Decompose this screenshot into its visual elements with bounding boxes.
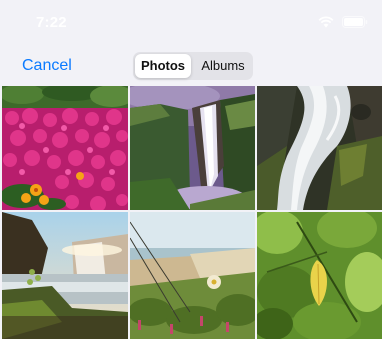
navigation-bar: Cancel Photos Albums	[0, 48, 382, 84]
status-bar: 7:22	[0, 0, 382, 48]
photo-thumbnail-green-leaves[interactable]	[257, 212, 382, 339]
cancel-button[interactable]: Cancel	[22, 57, 72, 75]
status-time: 7:22	[36, 14, 67, 31]
battery-icon	[342, 16, 368, 28]
tab-albums[interactable]: Albums	[195, 54, 251, 78]
photo-grid	[0, 86, 382, 339]
photo-thumbnail-waterfall-cliff[interactable]	[130, 86, 255, 210]
photo-thumbnail-waterfall-sunset[interactable]	[2, 212, 128, 339]
status-icons	[318, 16, 368, 28]
photo-thumbnail-pink-flowers[interactable]	[2, 86, 128, 210]
wifi-icon	[318, 16, 334, 28]
segmented-control: Photos Albums	[133, 52, 253, 80]
photo-thumbnail-plants-by-sea[interactable]	[130, 212, 255, 339]
photo-thumbnail-waterfall-rocks[interactable]	[257, 86, 382, 210]
tab-photos[interactable]: Photos	[135, 54, 191, 78]
